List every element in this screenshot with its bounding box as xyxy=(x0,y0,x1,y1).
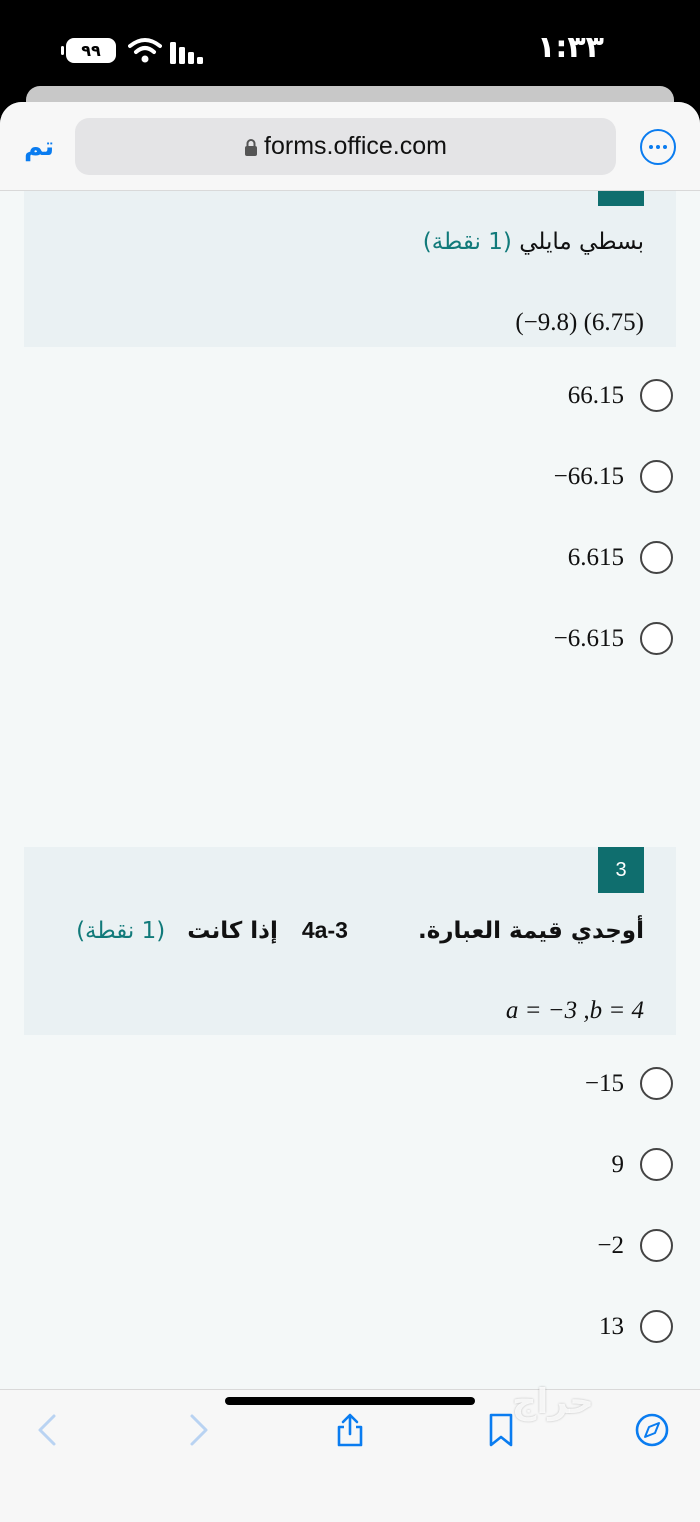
cellular-signal-icon xyxy=(170,42,203,64)
question-2-header: بسطي مايلي (1 نقطة) (−9.8) (6.75) xyxy=(24,191,676,347)
share-icon[interactable] xyxy=(332,1412,368,1448)
option-label: −6.615 xyxy=(553,624,624,652)
more-options-button[interactable] xyxy=(640,129,676,165)
question-3-title-condition: إذا كانت xyxy=(187,918,278,944)
option-label: 13 xyxy=(599,1312,624,1340)
home-indicator xyxy=(225,1397,475,1405)
lock-icon xyxy=(245,138,258,156)
question-2-option-4[interactable]: −6.615 xyxy=(554,622,673,655)
question-2-option-3[interactable]: 6.615 xyxy=(568,541,673,574)
option-label: 66.15 xyxy=(567,381,624,409)
radio-button[interactable] xyxy=(640,1310,673,1343)
radio-button[interactable] xyxy=(640,1148,673,1181)
question-2-option-1[interactable]: 66.15 xyxy=(568,379,673,412)
forward-icon[interactable] xyxy=(180,1412,216,1448)
radio-button[interactable] xyxy=(640,1067,673,1100)
done-button[interactable]: تم xyxy=(24,132,54,162)
browser-sheet: تم forms.office.com بسطي مايلي (1 نقطة) … xyxy=(0,102,700,1522)
radio-button[interactable] xyxy=(640,379,673,412)
back-icon[interactable] xyxy=(30,1412,66,1448)
option-label: −66.15 xyxy=(553,462,624,490)
url-field[interactable]: forms.office.com xyxy=(75,118,616,175)
option-label: −2 xyxy=(597,1231,624,1259)
url-text: forms.office.com xyxy=(264,132,447,160)
clock: ١:٣٣ xyxy=(537,30,604,65)
more-dot-icon xyxy=(663,145,667,149)
question-3-title-expression: 3-4a xyxy=(301,917,348,943)
question-3-option-4[interactable]: 13 xyxy=(599,1310,673,1343)
question-3-option-2[interactable]: 9 xyxy=(611,1148,673,1181)
question-3-title: أوجدي قيمة العبارة. 3-4a إذا كانت (1 نقط… xyxy=(76,917,644,944)
status-bar: ٩٩ ١:٣٣ xyxy=(0,0,700,90)
question-2-text: بسطي مايلي xyxy=(519,229,644,255)
question-3-expression: a = −3 ,b = 4 xyxy=(505,997,644,1024)
wifi-icon xyxy=(128,38,162,63)
radio-button[interactable] xyxy=(640,1229,673,1262)
more-dot-icon xyxy=(649,145,653,149)
question-3-text: أوجدي قيمة العبارة. xyxy=(417,918,644,944)
browser-nav-bar: تم forms.office.com xyxy=(0,102,700,191)
option-label: 6.615 xyxy=(567,543,624,571)
radio-button[interactable] xyxy=(640,460,673,493)
question-2-points: (1 نقطة) xyxy=(422,229,512,255)
battery-icon: ٩٩ xyxy=(61,38,116,63)
form-content: بسطي مايلي (1 نقطة) (−9.8) (6.75) 66.15 … xyxy=(0,191,700,1389)
question-3-number: 3 xyxy=(598,847,644,893)
question-3-header: 3 أوجدي قيمة العبارة. 3-4a إذا كانت (1 ن… xyxy=(24,847,676,1035)
question-3-option-1[interactable]: −15 xyxy=(585,1067,673,1100)
question-2-option-2[interactable]: −66.15 xyxy=(554,460,673,493)
question-2-expression: (−9.8) (6.75) xyxy=(515,309,644,336)
watermark-logo: حراج xyxy=(512,1382,594,1422)
option-label: −15 xyxy=(584,1069,624,1097)
question-2-title: بسطي مايلي (1 نقطة) xyxy=(423,229,644,255)
question-2-number xyxy=(598,191,644,206)
option-label: 9 xyxy=(611,1150,625,1178)
question-3-points: (1 نقطة) xyxy=(76,918,166,944)
more-dot-icon xyxy=(656,145,660,149)
question-3-option-3[interactable]: −2 xyxy=(597,1229,673,1262)
radio-button[interactable] xyxy=(640,622,673,655)
radio-button[interactable] xyxy=(640,541,673,574)
